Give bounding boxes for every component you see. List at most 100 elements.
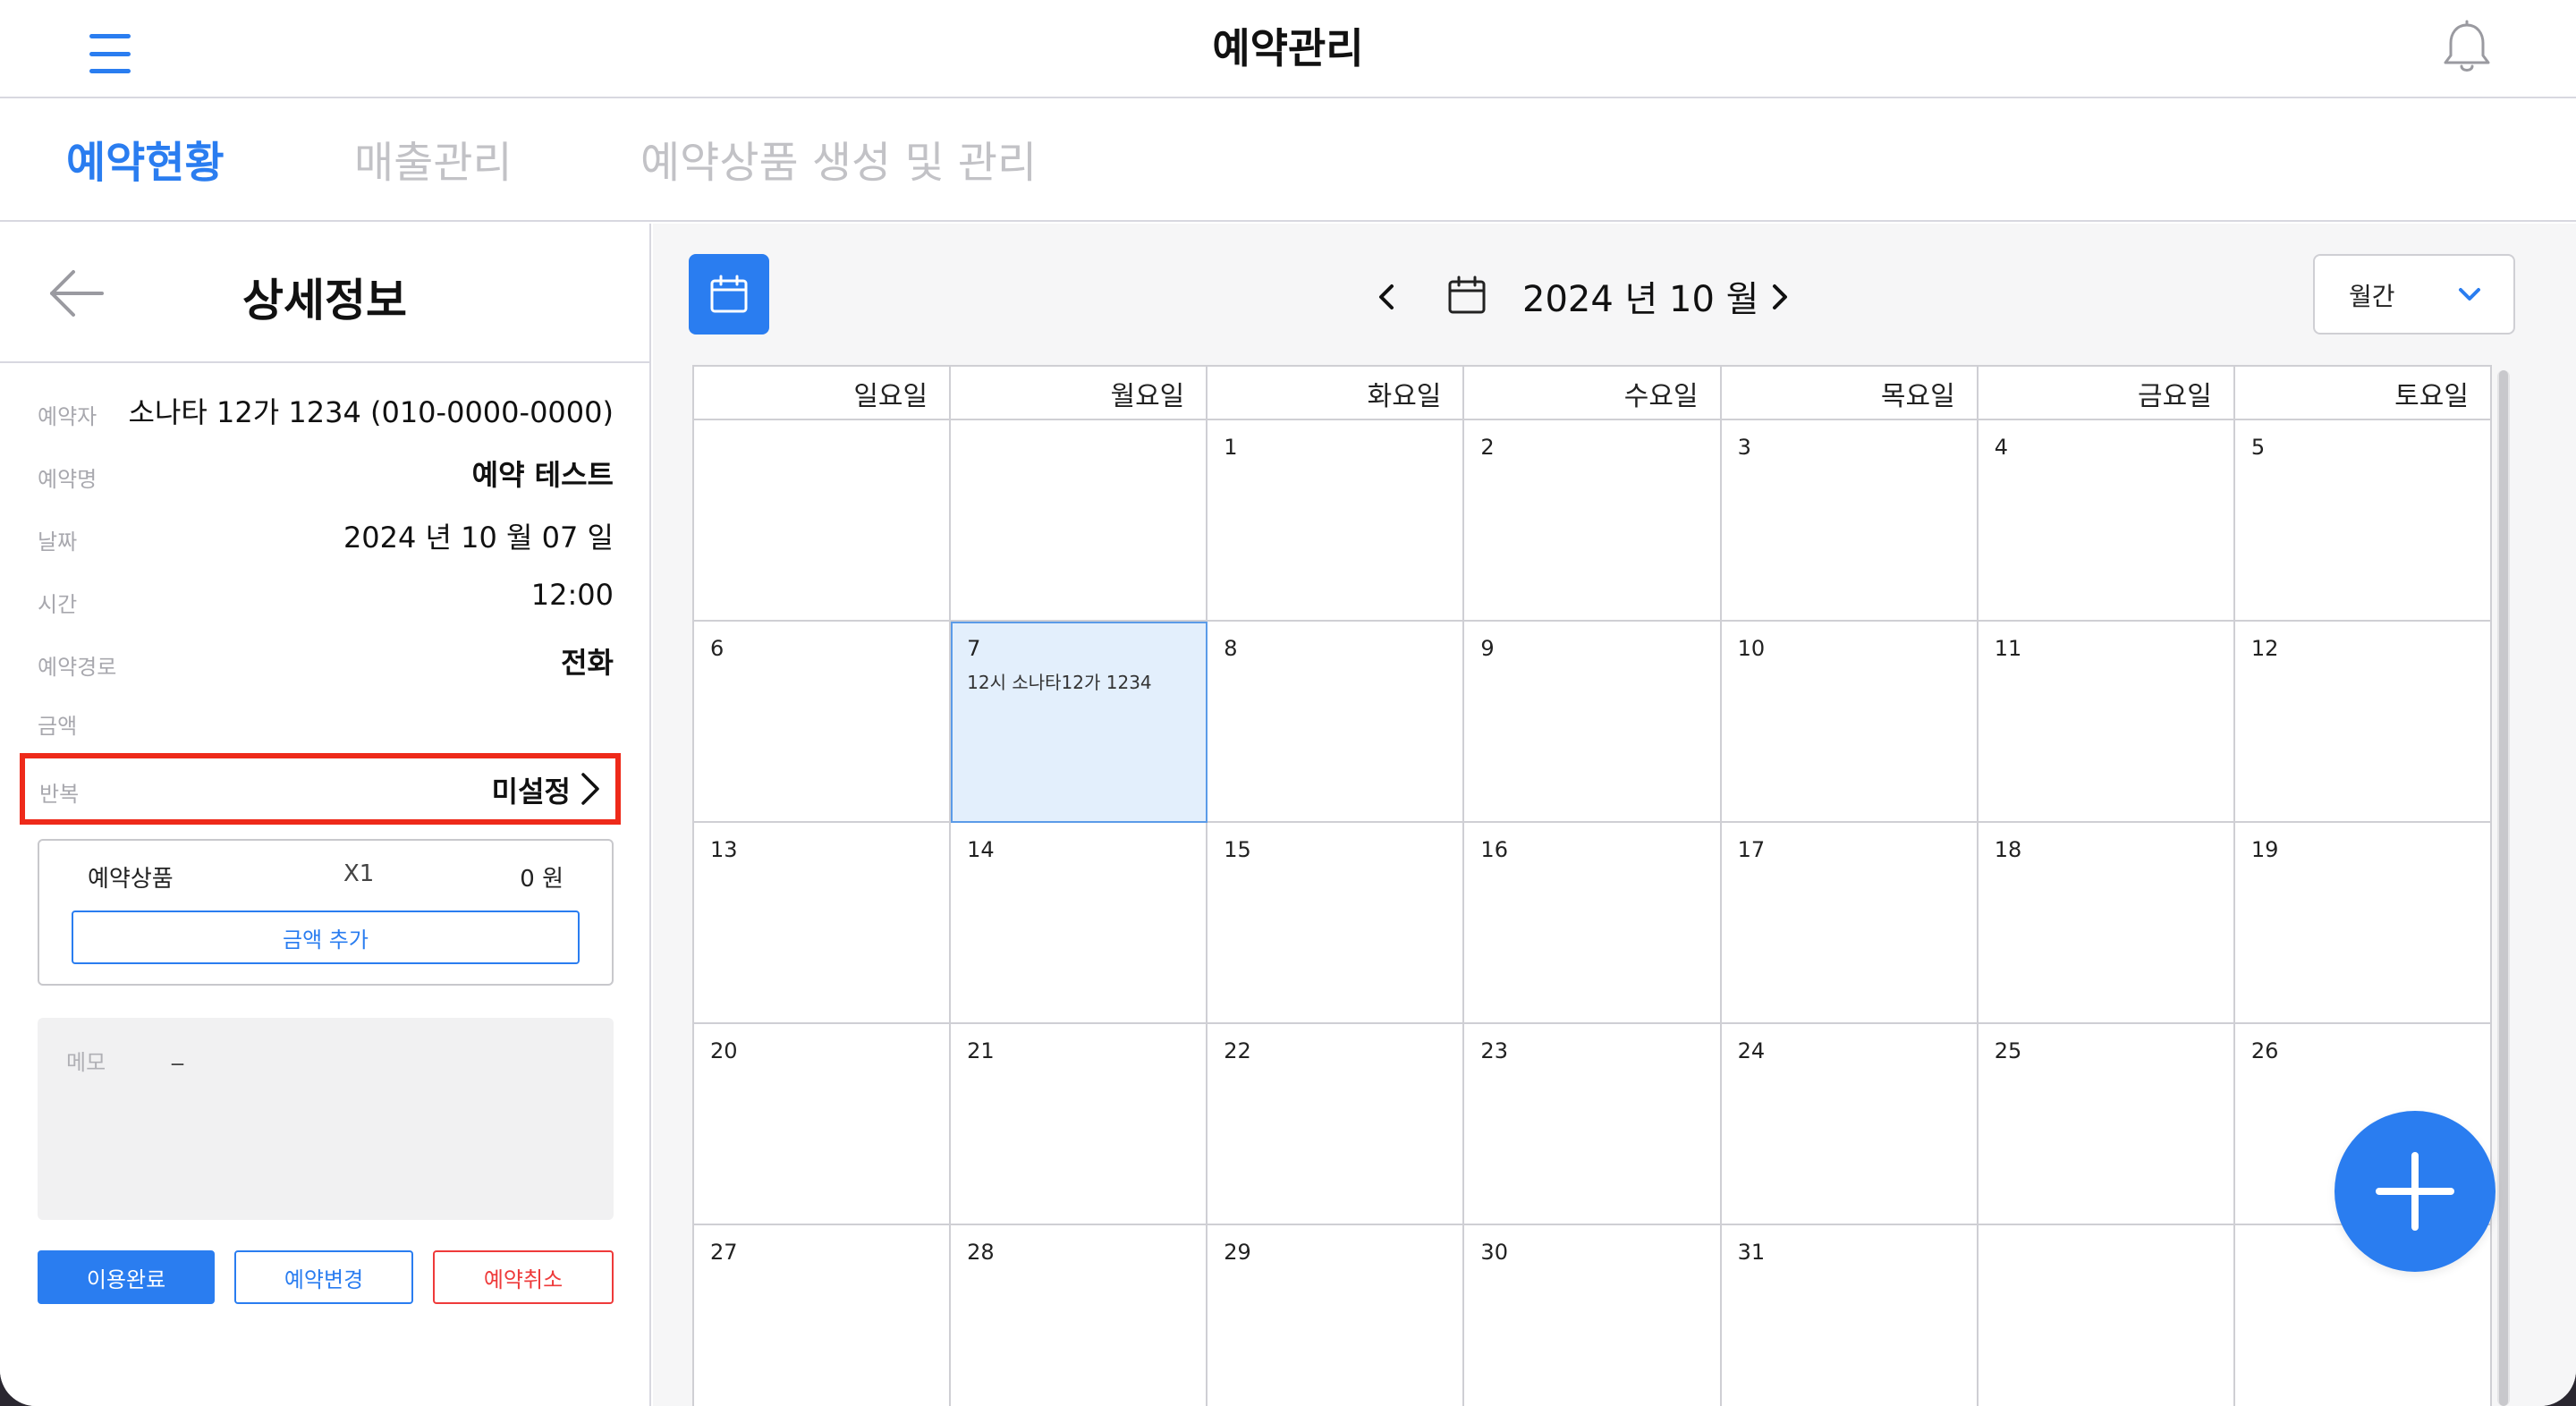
memo-value: _ <box>172 1039 183 1066</box>
calendar-day-cell[interactable]: 22 <box>1208 1024 1465 1225</box>
bell-icon[interactable] <box>2440 20 2494 77</box>
memo-label: 메모 <box>66 1050 106 1075</box>
chevron-down-icon <box>2459 288 2480 301</box>
day-number: 2 <box>1480 435 1495 460</box>
calendar-day-cell[interactable]: 19 <box>2234 823 2492 1024</box>
calendar-day-cell[interactable]: 18 <box>1978 823 2235 1024</box>
day-number: 7 <box>967 636 981 661</box>
app-title: 예약관리 <box>1212 24 1364 72</box>
day-number: 17 <box>1737 837 1766 862</box>
calendar-week-row: 27 28 29 30 31 <box>694 1225 2492 1406</box>
scrollbar-thumb[interactable] <box>2499 370 2508 1406</box>
day-number: 3 <box>1737 435 1751 460</box>
calendar-day-cell[interactable]: 24 <box>1721 1024 1979 1225</box>
calendar-week-row: 1 2 3 4 5 <box>694 420 2492 622</box>
calendar-day-cell[interactable]: 7 12시 소나타12가 1234 <box>951 622 1208 823</box>
calendar-day-cell[interactable]: 11 <box>1978 622 2235 823</box>
day-number: 25 <box>1994 1038 2022 1063</box>
weekday-header: 일요일 월요일 화요일 수요일 목요일 금요일 토요일 <box>694 367 2492 420</box>
cancel-reservation-button[interactable]: 예약취소 <box>433 1250 614 1304</box>
calendar-day-cell[interactable]: 31 <box>1721 1225 1979 1406</box>
day-number: 22 <box>1224 1038 1251 1063</box>
calendar-day-cell[interactable]: 15 <box>1208 823 1465 1024</box>
tab-reservation-status[interactable]: 예약현황 <box>66 127 225 190</box>
calendar-day-cell[interactable] <box>951 420 1208 622</box>
day-number: 26 <box>2250 1038 2279 1063</box>
calendar-day-cell[interactable]: 30 <box>1464 1225 1722 1406</box>
day-number: 11 <box>1994 636 2022 661</box>
chevron-right-icon[interactable] <box>1762 279 1798 315</box>
weekday-wednesday: 수요일 <box>1464 367 1722 420</box>
tab-product-management[interactable]: 예약상품 생성 및 관리 <box>640 127 1037 190</box>
field-reservation-name: 예약명 예약 테스트 <box>38 445 614 499</box>
day-number: 6 <box>710 636 724 661</box>
calendar-day-cell[interactable]: 2 <box>1464 420 1722 622</box>
day-number: 30 <box>1480 1240 1508 1265</box>
calendar-day-cell[interactable]: 5 <box>2234 420 2492 622</box>
field-label: 금액 <box>38 714 78 739</box>
calendar-event[interactable]: 12시 소나타12가 1234 <box>967 668 1152 694</box>
calendar-day-cell[interactable]: 27 <box>694 1225 952 1406</box>
product-box: 예약상품 X1 0 원 금액 추가 <box>38 839 614 986</box>
calendar-day-cell[interactable]: 4 <box>1978 420 2235 622</box>
calendar-icon <box>710 275 748 313</box>
calendar-day-cell[interactable]: 16 <box>1464 823 1722 1024</box>
product-name: 예약상품 <box>88 866 174 893</box>
add-price-button[interactable]: 금액 추가 <box>72 911 580 964</box>
tab-sales[interactable]: 매출관리 <box>354 127 513 190</box>
field-label: 시간 <box>38 592 78 617</box>
detail-header: 상세정보 <box>0 224 649 363</box>
month-calendar-grid: 일요일 월요일 화요일 수요일 목요일 금요일 토요일 1 2 3 4 5 6 7 12시 소… <box>692 365 2492 1406</box>
calendar-day-cell[interactable]: 3 <box>1721 420 1979 622</box>
field-time: 시간 12:00 <box>38 571 614 624</box>
day-number: 14 <box>967 837 995 862</box>
calendar-week-row: 13 14 15 16 17 18 19 <box>694 823 2492 1024</box>
field-label: 예약경로 <box>38 655 117 680</box>
calendar-day-cell[interactable]: 21 <box>951 1024 1208 1225</box>
weekday-saturday: 토요일 <box>2234 367 2492 420</box>
day-number: 4 <box>1994 435 2008 460</box>
day-number: 27 <box>710 1240 738 1265</box>
field-label: 예약명 <box>38 467 97 492</box>
calendar-panel: 2024 년 10 월 월간 일요일 월요일 화요일 수요일 목요일 금요일 토… <box>653 224 2576 1406</box>
chevron-right-icon <box>581 773 599 805</box>
calendar-day-cell[interactable] <box>694 420 952 622</box>
calendar-day-cell[interactable]: 29 <box>1208 1225 1465 1406</box>
calendar-day-cell[interactable]: 8 <box>1208 622 1465 823</box>
calendar-day-cell[interactable]: 23 <box>1464 1024 1722 1225</box>
calendar-day-cell[interactable]: 13 <box>694 823 952 1024</box>
calendar-scrollbar[interactable] <box>2497 370 2510 1406</box>
memo-area[interactable]: 메모 _ <box>38 1018 614 1220</box>
calendar-day-cell[interactable]: 12 <box>2234 622 2492 823</box>
field-label: 예약자 <box>38 404 97 429</box>
calendar-day-cell[interactable]: 28 <box>951 1225 1208 1406</box>
calendar-toggle-button[interactable] <box>689 254 769 335</box>
calendar-weeks: 1 2 3 4 5 6 7 12시 소나타12가 1234 8 9 10 11 12 13 14 15 16 17… <box>694 420 2492 1406</box>
calendar-day-cell[interactable]: 10 <box>1721 622 1979 823</box>
calendar-day-cell[interactable]: 6 <box>694 622 952 823</box>
view-mode-value: 월간 <box>2349 282 2395 311</box>
calendar-day-cell[interactable]: 17 <box>1721 823 1979 1024</box>
calendar-day-cell[interactable]: 9 <box>1464 622 1722 823</box>
chevron-left-icon[interactable] <box>1368 279 1404 315</box>
day-number: 23 <box>1480 1038 1508 1063</box>
weekday-tuesday: 화요일 <box>1208 367 1465 420</box>
calendar-day-cell[interactable]: 20 <box>694 1024 952 1225</box>
field-route: 예약경로 전화 <box>38 633 614 687</box>
day-number: 8 <box>1224 636 1238 661</box>
complete-button[interactable]: 이용완료 <box>38 1250 215 1304</box>
field-value: 미설정 <box>491 775 571 809</box>
view-mode-select[interactable]: 월간 <box>2313 254 2515 335</box>
repeat-setting[interactable]: 반복 미설정 <box>20 753 621 825</box>
calendar-day-cell[interactable]: 14 <box>951 823 1208 1024</box>
app-window: 예약관리 예약현황 매출관리 예약상품 생성 및 관리 상세정보 예약자 소나타… <box>0 0 2576 1406</box>
calendar-day-cell[interactable]: 25 <box>1978 1024 2235 1225</box>
calendar-day-cell[interactable]: 1 <box>1208 420 1465 622</box>
change-reservation-button[interactable]: 예약변경 <box>234 1250 413 1304</box>
add-reservation-button[interactable] <box>2334 1111 2496 1272</box>
day-number: 12 <box>2250 636 2279 661</box>
weekday-thursday: 목요일 <box>1721 367 1979 420</box>
plus-icon <box>2376 1152 2454 1231</box>
day-number: 19 <box>2250 837 2279 862</box>
calendar-day-cell[interactable] <box>1978 1225 2235 1406</box>
